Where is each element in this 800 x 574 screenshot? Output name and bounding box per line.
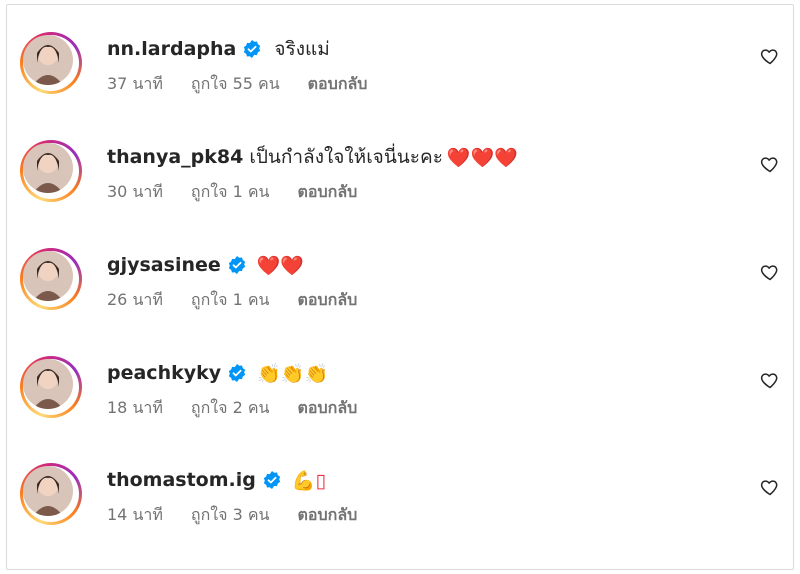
reply-button[interactable]: ตอบกลับ — [308, 72, 368, 97]
comment-item: gjysasinee ❤️❤️ 26 นาที ถูกใจ 1 คน ตอบกล… — [0, 248, 800, 348]
comment-time[interactable]: 37 นาที — [107, 72, 163, 97]
woman-avatar[interactable] — [23, 143, 73, 193]
man-avatar[interactable] — [23, 466, 73, 516]
comment-meta: 30 นาที ถูกใจ 1 คน ตอบกลับ — [107, 180, 357, 205]
like-count[interactable]: ถูกใจ 1 คน — [191, 288, 270, 313]
username-link[interactable]: thanya_pk84 — [107, 146, 243, 168]
comment-line: thanya_pk84 เป็นกำลังใจให้เจนี่นะคะ ❤️❤️… — [107, 142, 518, 172]
comment-item: thomastom.ig 💪▯ 14 นาที ถูกใจ 3 คน ตอบกล… — [0, 463, 800, 563]
comment-line: thomastom.ig 💪▯ — [107, 465, 326, 495]
comment-time[interactable]: 26 นาที — [107, 288, 163, 313]
comment-text: จริงแม่ — [274, 38, 330, 60]
verified-badge-icon — [242, 39, 262, 59]
story-ring[interactable] — [20, 248, 82, 310]
comment-meta: 26 นาที ถูกใจ 1 คน ตอบกลับ — [107, 288, 357, 313]
username-link[interactable]: peachkyky — [107, 362, 221, 384]
reply-button[interactable]: ตอบกลับ — [297, 503, 357, 528]
story-ring[interactable] — [20, 463, 82, 525]
comment-emoji: 💪▯ — [291, 469, 326, 492]
comment-emoji: ❤️❤️ — [256, 254, 305, 277]
comment-item: nn.lardapha จริงแม่ 37 นาที ถูกใจ 55 คน … — [0, 32, 800, 132]
story-ring[interactable] — [20, 32, 82, 94]
comment-item: peachkyky 👏👏👏 18 นาที ถูกใจ 2 คน ตอบกลับ — [0, 356, 800, 456]
username-link[interactable]: gjysasinee — [107, 254, 221, 276]
comment-meta: 37 นาที ถูกใจ 55 คน ตอบกลับ — [107, 72, 367, 97]
comment-time[interactable]: 30 นาที — [107, 180, 163, 205]
like-heart-icon[interactable] — [760, 154, 780, 174]
like-count[interactable]: ถูกใจ 2 คน — [191, 396, 270, 421]
verified-badge-icon — [227, 255, 247, 275]
comment-line: nn.lardapha จริงแม่ — [107, 34, 330, 64]
comment-time[interactable]: 18 นาที — [107, 396, 163, 421]
like-heart-icon[interactable] — [760, 46, 780, 66]
like-heart-icon[interactable] — [760, 262, 780, 282]
woman-avatar[interactable] — [23, 251, 73, 301]
username-link[interactable]: thomastom.ig — [107, 469, 256, 491]
like-heart-icon[interactable] — [760, 477, 780, 497]
reply-button[interactable]: ตอบกลับ — [297, 396, 357, 421]
comment-meta: 14 นาที ถูกใจ 3 คน ตอบกลับ — [107, 503, 357, 528]
like-heart-icon[interactable] — [760, 370, 780, 390]
reply-button[interactable]: ตอบกลับ — [297, 180, 357, 205]
story-ring[interactable] — [20, 140, 82, 202]
comment-item: thanya_pk84 เป็นกำลังใจให้เจนี่นะคะ ❤️❤️… — [0, 140, 800, 240]
story-ring[interactable] — [20, 356, 82, 418]
comment-emoji: 👏👏👏 — [257, 362, 329, 385]
comment-line: gjysasinee ❤️❤️ — [107, 250, 304, 280]
like-count[interactable]: ถูกใจ 1 คน — [191, 180, 270, 205]
man-avatar[interactable] — [23, 359, 73, 409]
like-count[interactable]: ถูกใจ 55 คน — [191, 72, 280, 97]
comment-meta: 18 นาที ถูกใจ 2 คน ตอบกลับ — [107, 396, 357, 421]
like-count[interactable]: ถูกใจ 3 คน — [191, 503, 270, 528]
comment-text: เป็นกำลังใจให้เจนี่นะคะ — [249, 146, 443, 168]
comment-emoji: ❤️❤️❤️ — [446, 146, 518, 169]
comment-time[interactable]: 14 นาที — [107, 503, 163, 528]
woman-avatar[interactable] — [23, 35, 73, 85]
verified-badge-icon — [227, 363, 247, 383]
username-link[interactable]: nn.lardapha — [107, 38, 236, 60]
comment-line: peachkyky 👏👏👏 — [107, 358, 328, 388]
verified-badge-icon — [262, 470, 282, 490]
reply-button[interactable]: ตอบกลับ — [297, 288, 357, 313]
